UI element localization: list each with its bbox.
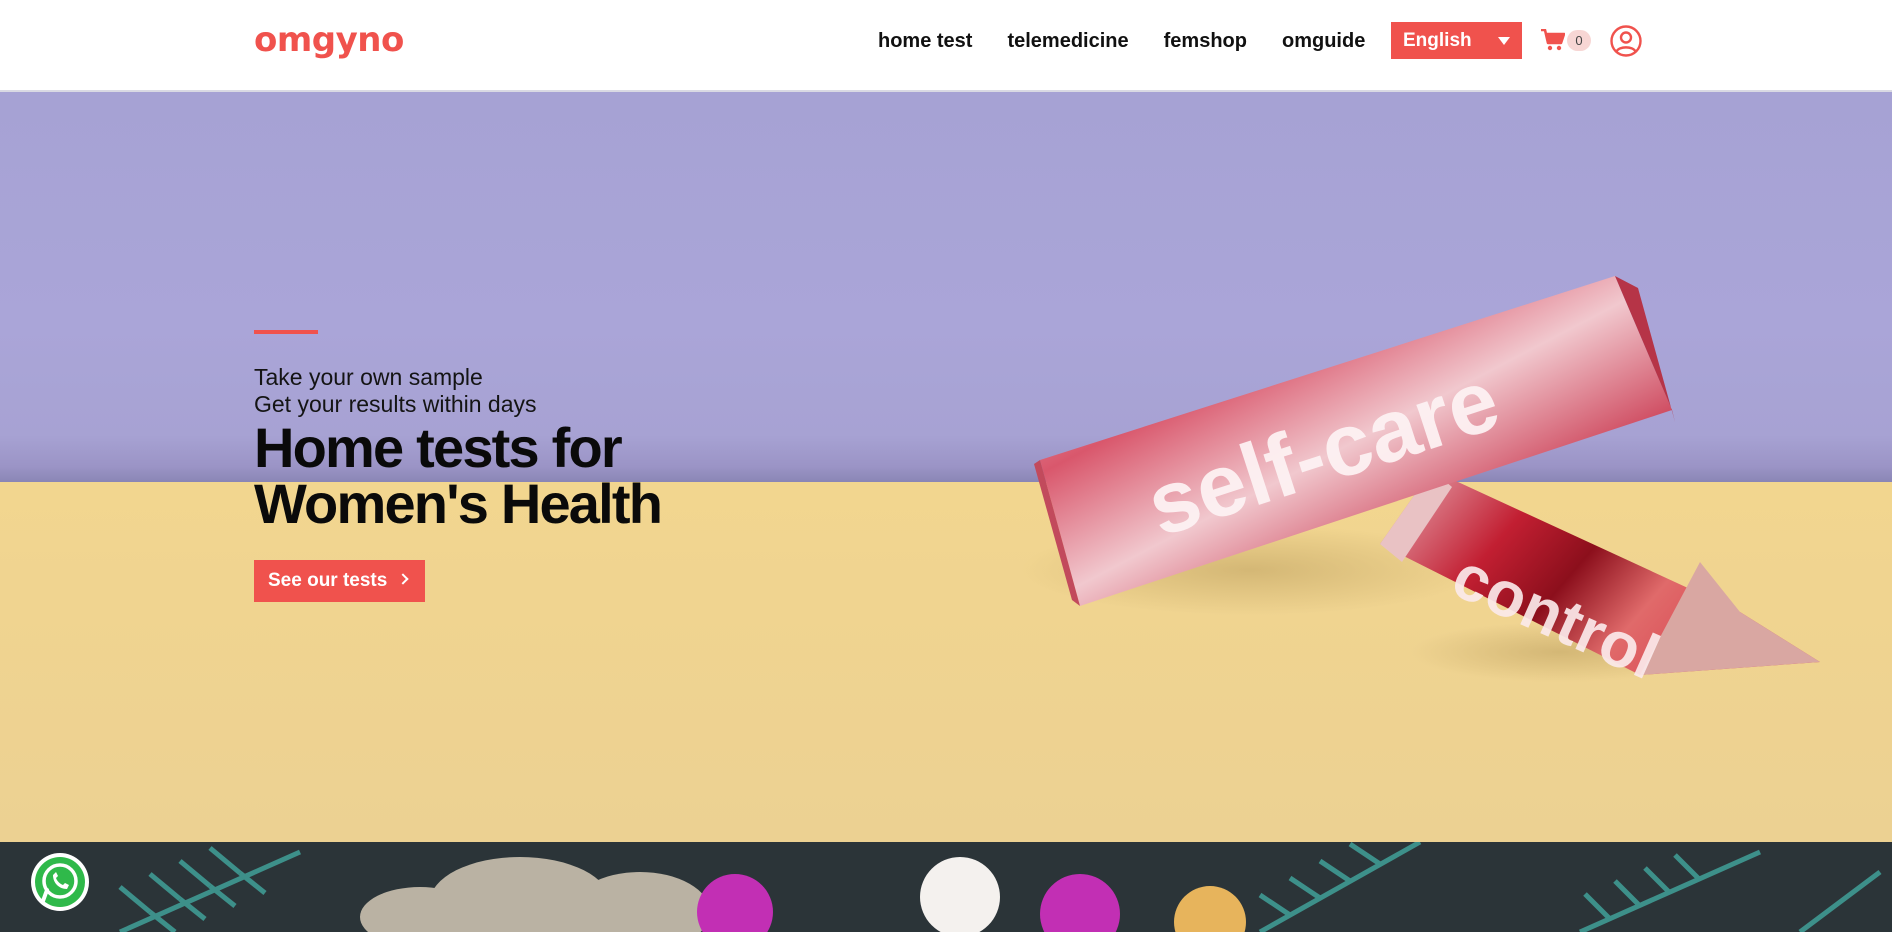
- floral-image-strip: [0, 842, 1892, 932]
- site-logo[interactable]: omgyno: [254, 20, 404, 60]
- hero-accent-line: [254, 330, 318, 334]
- chevron-right-icon: [397, 573, 409, 585]
- cart-icon[interactable]: [1541, 29, 1565, 51]
- hero-headline-line-2: Women's Health: [254, 472, 663, 535]
- cart-count-badge: 0: [1567, 30, 1591, 51]
- whatsapp-icon[interactable]: [29, 851, 91, 913]
- nav-femshop[interactable]: femshop: [1164, 28, 1247, 54]
- cta-label: See our tests: [268, 570, 388, 591]
- user-circle-icon[interactable]: [1610, 25, 1642, 57]
- see-our-tests-button[interactable]: See our tests: [254, 560, 425, 602]
- language-select[interactable]: English: [1391, 22, 1522, 59]
- nav-home-test[interactable]: home test: [878, 28, 972, 54]
- floral-image: [0, 842, 1892, 932]
- nav-omguide[interactable]: omguide: [1282, 28, 1365, 54]
- hero-section: control self-care Take your own sample G…: [0, 92, 1892, 842]
- site-header: omgyno home test telemedicine femshop om…: [0, 0, 1892, 92]
- hero-subline-2: Get your results within days: [254, 391, 537, 417]
- caret-down-icon: [1498, 37, 1510, 45]
- nav-telemedicine[interactable]: telemedicine: [1007, 28, 1128, 54]
- language-selected-label: English: [1403, 30, 1472, 51]
- hero-headline: Home tests for Women's Health: [254, 420, 774, 532]
- hero-headline-line-1: Home tests for: [254, 416, 623, 479]
- hero-subline-1: Take your own sample: [254, 364, 483, 390]
- main-nav: home test telemedicine femshop omguide: [878, 28, 1400, 54]
